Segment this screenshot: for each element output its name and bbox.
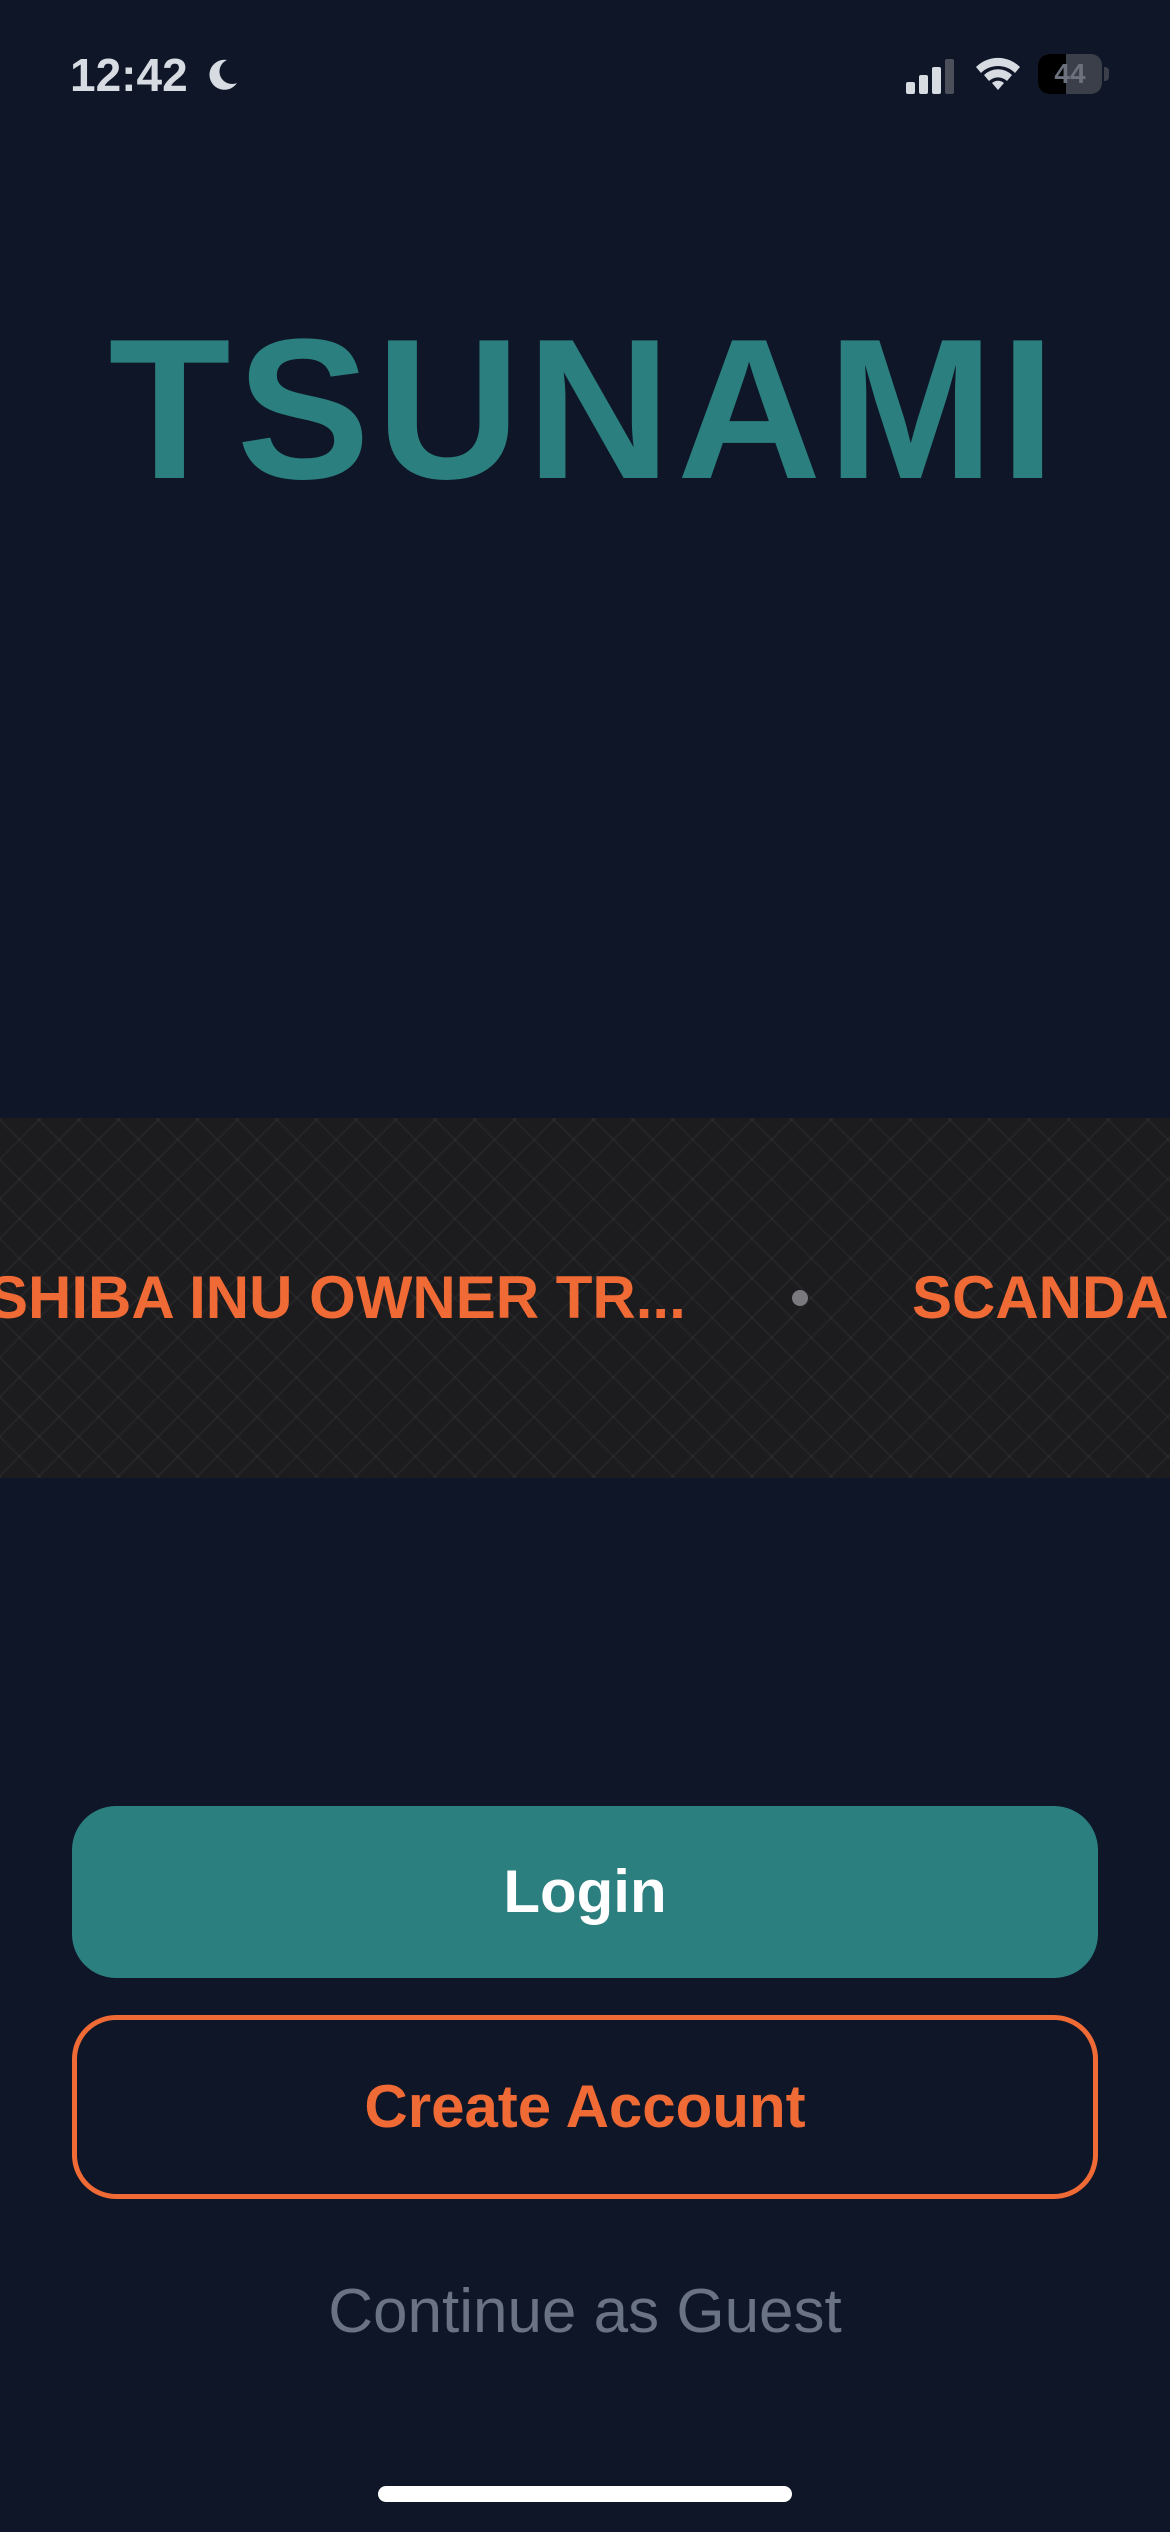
login-button[interactable]: Login — [72, 1806, 1098, 1978]
news-ticker[interactable]: SHIBA INU OWNER TR... SCANDA — [0, 1118, 1170, 1478]
welcome-screen: 12:42 44 TSUNAMI SHIBA INU OWNER TR... S — [0, 0, 1170, 2532]
status-time: 12:42 — [70, 49, 188, 101]
battery-body: 44 — [1038, 54, 1102, 94]
battery-cap — [1104, 67, 1109, 81]
ticker-headline[interactable]: SHIBA INU OWNER TR... — [0, 1266, 686, 1330]
continue-as-guest-link[interactable]: Continue as Guest — [0, 2276, 1170, 2348]
dot-separator-icon — [792, 1290, 808, 1306]
battery-percentage: 44 — [1054, 58, 1086, 89]
battery-icon: 44 — [1038, 54, 1110, 94]
create-account-button[interactable]: Create Account — [72, 2015, 1098, 2199]
moon-icon — [209, 59, 237, 90]
status-bar: 12:42 44 — [0, 0, 1170, 150]
home-indicator[interactable] — [378, 2486, 792, 2502]
wifi-icon — [976, 57, 1020, 90]
cellular-signal-icon — [906, 59, 954, 94]
ticker-headline[interactable]: SCANDA — [912, 1266, 1169, 1330]
app-logo-title: TSUNAMI — [108, 298, 1062, 521]
